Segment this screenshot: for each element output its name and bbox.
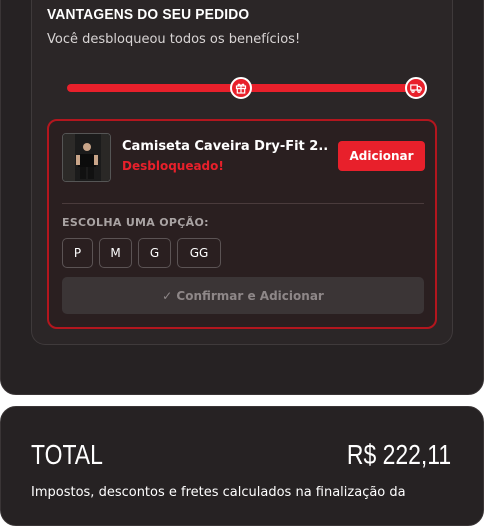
benefits-subtitle: Você desbloqueou todos os benefícios! (47, 32, 301, 47)
total-value: R$ 222,11 (346, 439, 451, 470)
total-label: TOTAL (31, 439, 103, 470)
product-thumbnail[interactable] (62, 133, 111, 182)
unlocked-offer-card: Camiseta Caveira Dry-Fit 2.... Desbloque… (47, 119, 437, 329)
tax-note: Impostos, descontos e fretes calculados … (31, 485, 406, 500)
gift-icon (230, 77, 252, 99)
unlocked-status: Desbloqueado! (122, 159, 224, 173)
order-summary-card: TOTAL R$ 222,11 Impostos, descontos e fr… (0, 406, 484, 526)
size-option-gg[interactable]: GG (177, 238, 221, 268)
truck-icon (405, 77, 427, 99)
size-options: P M G GG (62, 238, 221, 268)
benefits-title: VANTAGENS DO SEU PEDIDO (47, 6, 250, 23)
confirm-add-button[interactable]: ✓ Confirmar e Adicionar (62, 277, 424, 314)
size-option-g[interactable]: G (138, 238, 171, 268)
size-option-label: ESCOLHA UMA OPÇÃO: (62, 216, 209, 229)
product-name: Camiseta Caveira Dry-Fit 2.... (122, 139, 327, 154)
size-option-m[interactable]: M (99, 238, 132, 268)
size-option-p[interactable]: P (62, 238, 93, 268)
divider (62, 203, 424, 204)
add-button[interactable]: Adicionar (338, 141, 425, 171)
